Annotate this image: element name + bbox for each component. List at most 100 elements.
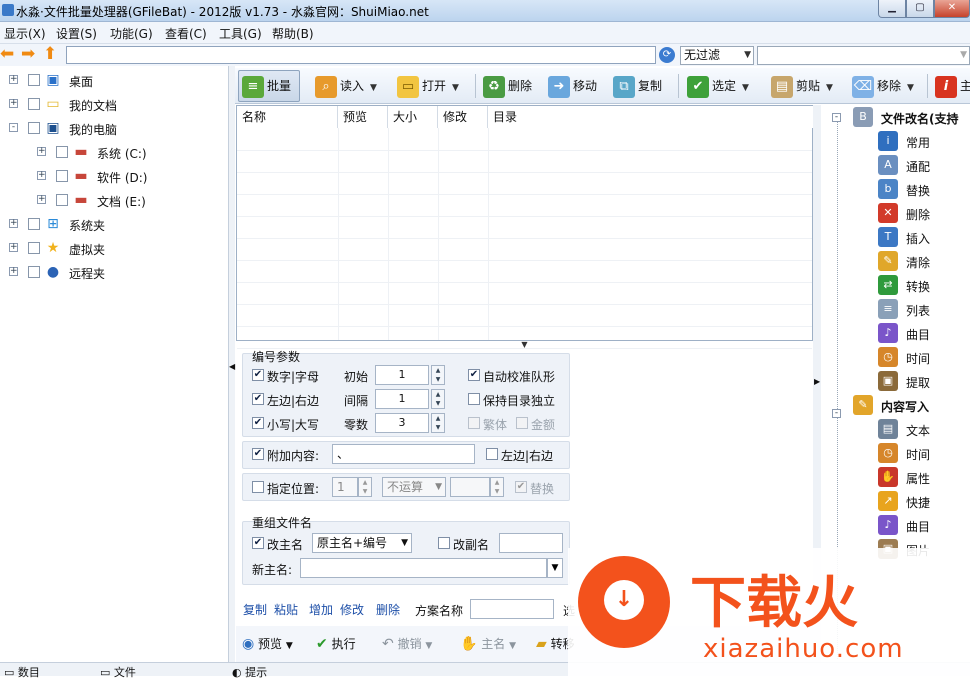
tree-item[interactable]: - ▣ 我的电脑 xyxy=(0,117,229,139)
copy-scheme-button[interactable]: 复制 xyxy=(243,601,267,619)
tree-checkbox[interactable] xyxy=(56,170,68,182)
batch-button[interactable]: ≡ 批量 xyxy=(238,70,300,102)
tree-item[interactable]: + ▬ 软件 (D:) xyxy=(0,165,229,187)
clip-button[interactable]: ▤ 剪贴 ▼ xyxy=(771,72,833,100)
tree-item[interactable]: + ▬ 系统 (C:) xyxy=(0,141,229,163)
rename-item[interactable]: ✕ 删除 xyxy=(821,201,970,225)
operation-select[interactable]: 不运算 ▼ xyxy=(382,477,446,497)
new-main-input[interactable] xyxy=(300,558,547,578)
rename-item[interactable]: ◷ 时间 xyxy=(821,345,970,369)
move-button[interactable]: ➜ 移动 xyxy=(548,72,597,100)
column-header-name[interactable]: 名称 xyxy=(237,106,338,128)
left-splitter[interactable]: ◀ xyxy=(229,66,235,662)
up-arrow-icon[interactable]: ⬆ xyxy=(43,45,57,63)
add-scheme-button[interactable]: 增加 xyxy=(309,601,333,619)
money-checkbox[interactable] xyxy=(516,417,528,429)
rename-item[interactable]: ⇄ 转换 xyxy=(821,273,970,297)
rename-item[interactable]: T 插入 xyxy=(821,225,970,249)
scheme-name-input[interactable] xyxy=(470,599,554,619)
tree-item[interactable]: + ▬ 文档 (E:) xyxy=(0,189,229,211)
position-spinner[interactable]: ▲ ▼ xyxy=(358,477,372,497)
column-header-modified[interactable]: 修改 xyxy=(438,106,488,128)
tree-item[interactable]: + ● 远程夹 xyxy=(0,261,229,283)
replace-checkbox[interactable]: ✔ xyxy=(515,481,527,493)
write-item[interactable]: ✋ 属性 xyxy=(821,465,970,489)
preview-button[interactable]: ◉ 预览 ▼ xyxy=(242,634,293,654)
column-header-preview[interactable]: 预览 xyxy=(338,106,388,128)
write-item[interactable]: ♪ 曲目 xyxy=(821,513,970,537)
info-button[interactable]: i主 xyxy=(935,72,970,100)
zeros-spinner[interactable]: ▲ ▼ xyxy=(431,413,445,433)
position-select[interactable]: 1 xyxy=(332,477,358,497)
append-content-input[interactable]: 、 xyxy=(332,444,475,464)
rename-group[interactable]: B 文件改名(支持 xyxy=(821,105,970,129)
change-ext-checkbox[interactable] xyxy=(438,537,450,549)
menu-view[interactable]: 查看(C) xyxy=(165,25,207,42)
edit-scheme-button[interactable]: 修改 xyxy=(340,601,364,619)
traditional-checkbox[interactable] xyxy=(468,417,480,429)
collapse-panel-icon[interactable]: ▼ xyxy=(236,341,813,349)
collapse-icon[interactable]: - xyxy=(9,123,18,132)
write-group[interactable]: ✎ 内容写入 xyxy=(821,393,970,417)
execute-button[interactable]: ✔ 执行 xyxy=(316,634,356,654)
menu-settings[interactable]: 设置(S) xyxy=(56,25,97,42)
read-button[interactable]: ⌕ 读入 ▼ xyxy=(315,72,377,100)
path-input[interactable] xyxy=(66,46,656,64)
tree-checkbox[interactable] xyxy=(28,242,40,254)
interval-value-input[interactable]: 1 xyxy=(375,389,429,409)
tree-item[interactable]: + ⊞ 系统夹 xyxy=(0,213,229,235)
expand-icon[interactable]: + xyxy=(9,267,18,276)
zeros-value-input[interactable]: 3 xyxy=(375,413,429,433)
expand-icon[interactable]: + xyxy=(9,243,18,252)
tree-checkbox[interactable] xyxy=(56,146,68,158)
expand-icon[interactable]: + xyxy=(9,75,18,84)
write-item[interactable]: ▤ 文本 xyxy=(821,417,970,441)
rename-item[interactable]: ≡ 列表 xyxy=(821,297,970,321)
tree-checkbox[interactable] xyxy=(56,194,68,206)
delete-scheme-button[interactable]: 删除 xyxy=(376,601,400,619)
rename-item[interactable]: i 常用 xyxy=(821,129,970,153)
menu-display[interactable]: 显示(X) xyxy=(4,25,46,42)
clip-dropdown-icon[interactable]: ▼ xyxy=(826,83,833,93)
tree-checkbox[interactable] xyxy=(28,98,40,110)
menu-function[interactable]: 功能(G) xyxy=(110,25,153,42)
position-checkbox[interactable] xyxy=(252,481,264,493)
menu-tools[interactable]: 工具(G) xyxy=(219,25,262,42)
operation-amount-input[interactable] xyxy=(450,477,490,497)
undo-button[interactable]: ↶ 撤销 ▼ xyxy=(382,634,432,654)
column-header-directory[interactable]: 目录 xyxy=(488,106,813,128)
collapse-left-icon[interactable]: ◀ xyxy=(229,362,235,371)
new-main-dropdown-icon[interactable]: ▼ xyxy=(547,558,563,578)
expand-icon[interactable]: + xyxy=(37,147,46,156)
delete-button[interactable]: ♻ 删除 xyxy=(483,72,532,100)
tree-item[interactable]: + ▣ 桌面 xyxy=(0,69,229,91)
maximize-button[interactable]: ▢ xyxy=(906,0,934,18)
left-right-checkbox[interactable]: ✔ xyxy=(252,393,264,405)
filter-select[interactable]: 无过滤 ▼ xyxy=(680,46,754,65)
tree-checkbox[interactable] xyxy=(28,122,40,134)
operation-spinner[interactable]: ▲ ▼ xyxy=(490,477,504,497)
tree-checkbox[interactable] xyxy=(28,266,40,278)
expand-icon[interactable]: + xyxy=(37,171,46,180)
back-arrow-icon[interactable]: ⬅ xyxy=(0,45,14,63)
interval-spinner[interactable]: ▲ ▼ xyxy=(431,389,445,409)
forward-arrow-icon[interactable]: ➡ xyxy=(21,45,35,63)
rename-item[interactable]: A 通配 xyxy=(821,153,970,177)
append-checkbox[interactable]: ✔ xyxy=(252,448,264,460)
file-list[interactable]: 名称 预览 大小 修改 目录 xyxy=(236,105,813,349)
mainname-button[interactable]: ✋ 主名 ▼ xyxy=(460,634,516,654)
tree-item[interactable]: + ★ 虚拟夹 xyxy=(0,237,229,259)
main-mode-select[interactable]: 原主名+编号 ▼ xyxy=(312,533,412,553)
preview-dropdown-icon[interactable]: ▼ xyxy=(286,641,293,651)
refresh-go-icon[interactable]: ⟳ xyxy=(659,47,675,63)
column-header-size[interactable]: 大小 xyxy=(388,106,438,128)
filter-pattern-select[interactable]: ▼ xyxy=(757,46,970,65)
read-dropdown-icon[interactable]: ▼ xyxy=(370,83,377,93)
lower-upper-checkbox[interactable]: ✔ xyxy=(252,417,264,429)
start-spinner[interactable]: ▲ ▼ xyxy=(431,365,445,385)
remove-button[interactable]: ⌫ 移除 ▼ xyxy=(852,72,914,100)
rename-item[interactable]: ▣ 提取 xyxy=(821,369,970,393)
expand-icon[interactable]: + xyxy=(9,99,18,108)
select-button[interactable]: ✔ 选定 ▼ xyxy=(687,72,749,100)
rename-item[interactable]: ♪ 曲目 xyxy=(821,321,970,345)
